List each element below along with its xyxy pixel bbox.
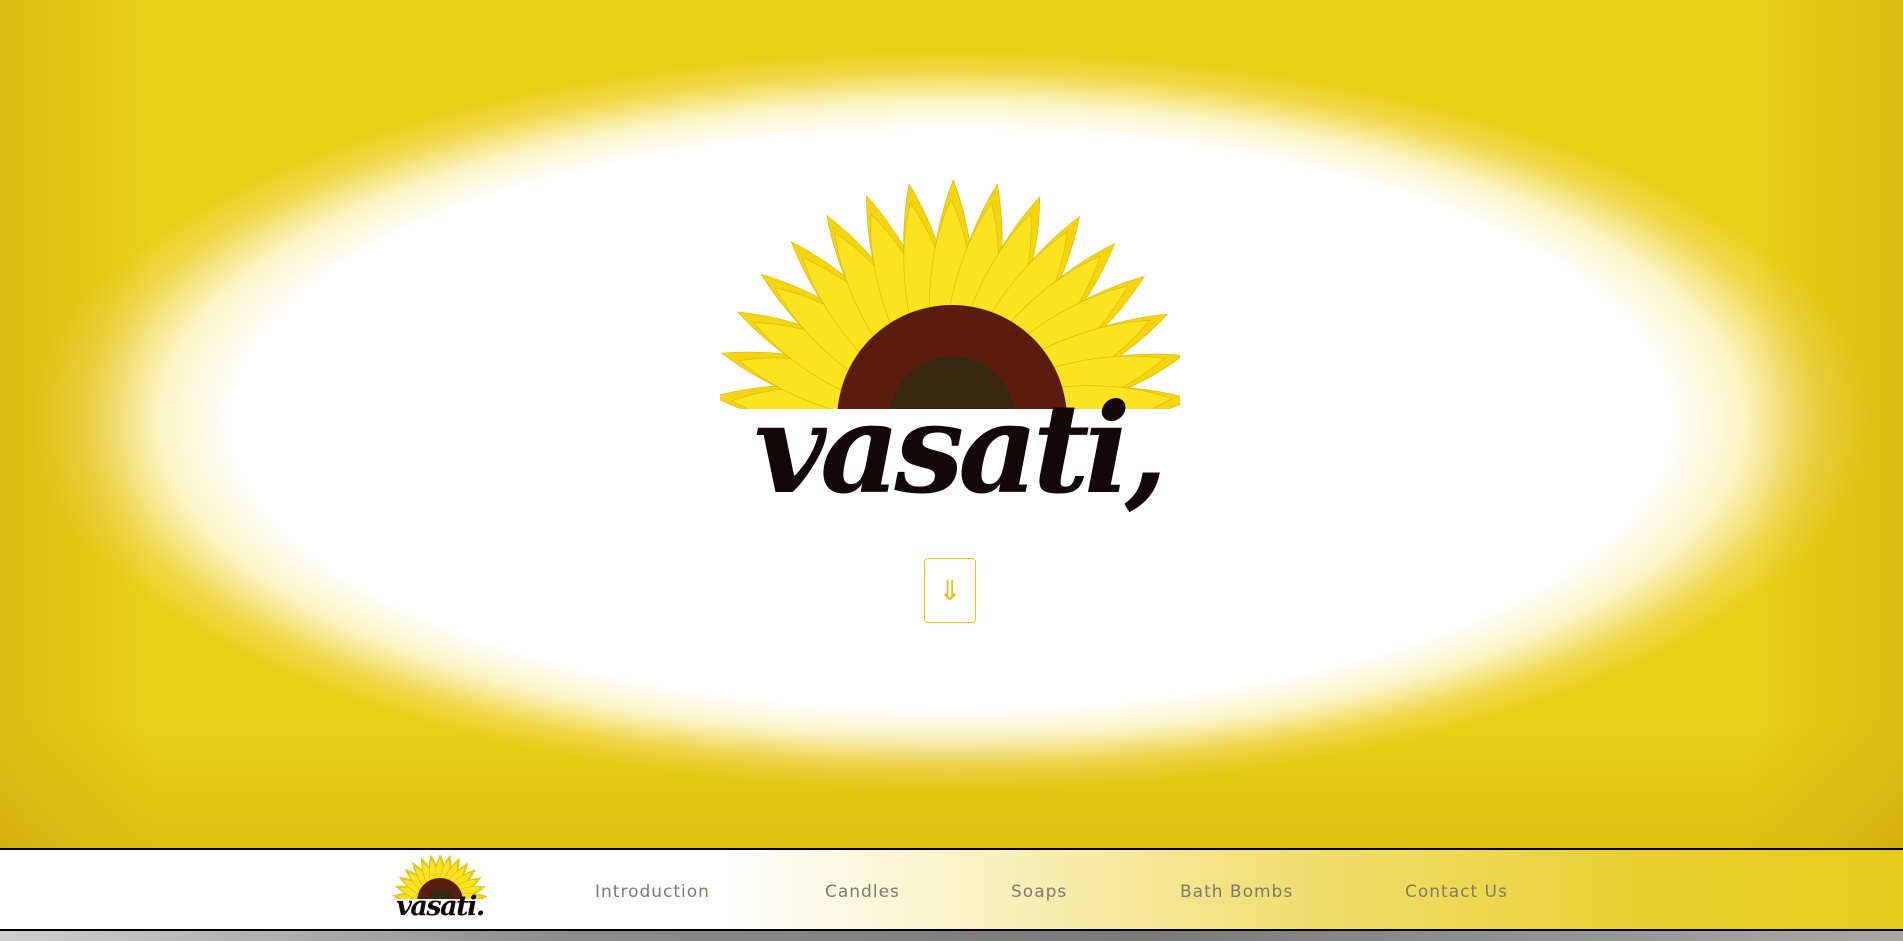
bottom-strip <box>0 931 1903 941</box>
nav-link-contact-us[interactable]: Contact Us <box>1405 882 1508 902</box>
nav-logo[interactable]: vasati. <box>392 855 488 927</box>
nav-link-bath-bombs[interactable]: Bath Bombs <box>1180 882 1293 902</box>
nav-logo-wordmark: vasati. <box>396 891 485 922</box>
page: vasati, ⇓ vasati. Introduction Candles S… <box>0 0 1903 941</box>
scroll-down-button[interactable]: ⇓ <box>924 558 976 623</box>
double-arrow-down-icon: ⇓ <box>938 574 962 607</box>
navbar: vasati. Introduction Candles Soaps Bath … <box>0 848 1903 931</box>
nav-link-candles[interactable]: Candles <box>825 882 900 902</box>
nav-link-introduction[interactable]: Introduction <box>595 882 710 902</box>
hero-wordmark: vasati, <box>753 377 1168 522</box>
hero-section: vasati, ⇓ <box>0 0 1903 848</box>
nav-link-soaps[interactable]: Soaps <box>1011 882 1067 902</box>
